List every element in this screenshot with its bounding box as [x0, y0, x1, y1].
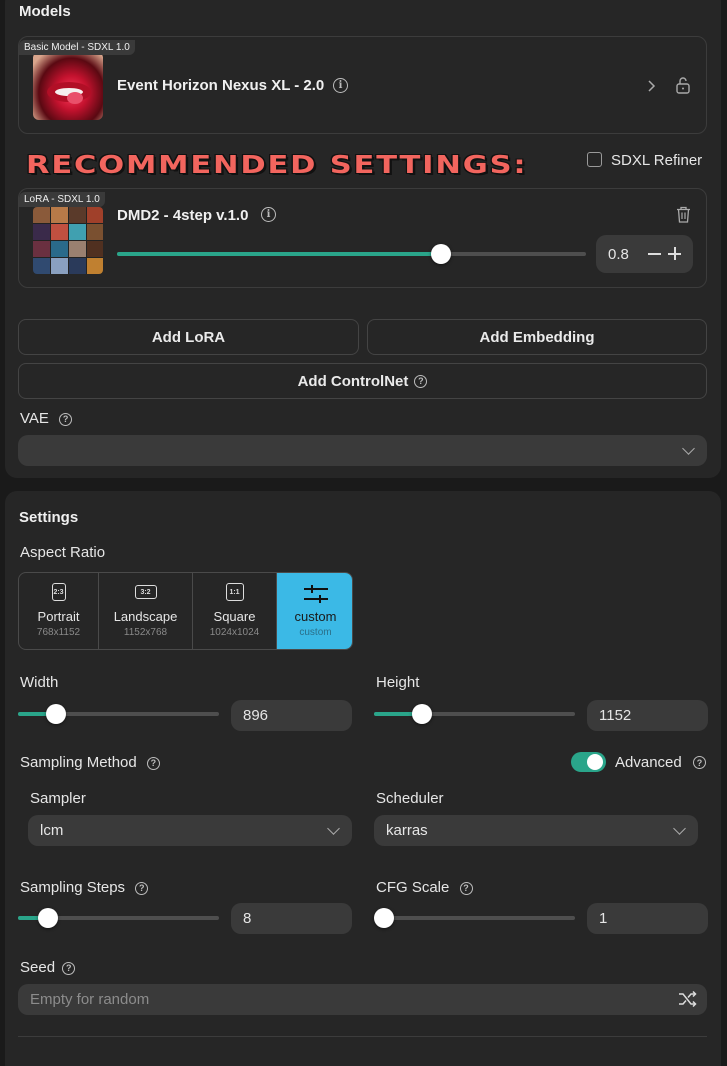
settings-title: Settings [19, 509, 79, 526]
vae-label-text: VAE [20, 410, 49, 427]
sampling-method-label-text: Sampling Method [20, 754, 137, 771]
square-ratio-icon: 1:1 [225, 583, 244, 601]
width-input[interactable]: 896 [231, 700, 352, 731]
cfg-scale-label-text: CFG Scale [376, 879, 450, 896]
aspect-option-dims: 1152x768 [123, 627, 168, 638]
add-controlnet-label: Add ControlNet [297, 372, 409, 390]
chevron-down-icon [682, 442, 695, 455]
aspect-ratio-label: Aspect Ratio [20, 544, 106, 561]
plus-icon[interactable] [668, 247, 681, 260]
cfg-scale-label: CFG Scale ? [376, 879, 473, 896]
sdxl-refiner-label[interactable]: SDXL Refiner [611, 152, 702, 169]
minus-icon[interactable] [648, 253, 661, 255]
scheduler-select[interactable]: karras [374, 815, 698, 846]
help-icon[interactable]: ? [459, 881, 473, 895]
scheduler-label: Scheduler [376, 790, 444, 807]
shuffle-icon[interactable] [678, 990, 697, 1008]
aspect-option-landscape[interactable]: 3:2 Landscape 1152x768 [99, 573, 193, 649]
sampling-steps-slider-knob[interactable] [38, 908, 59, 928]
vae-label: VAE ? [20, 410, 73, 427]
aspect-option-dims: 768x1152 [36, 627, 81, 638]
height-label: Height [376, 674, 420, 691]
base-model-tag: Basic Model - SDXL 1.0 [19, 40, 135, 55]
add-embedding-button[interactable]: Add Embedding [367, 319, 707, 355]
lora-name: DMD2 - 4step v.1.0 [117, 207, 249, 224]
scheduler-value: karras [386, 822, 428, 839]
chevron-right-icon[interactable] [645, 79, 659, 93]
vae-select[interactable] [18, 435, 707, 466]
help-icon[interactable]: ? [59, 412, 73, 426]
lora-tag: LoRA - SDXL 1.0 [19, 192, 105, 207]
unlock-icon[interactable] [675, 76, 691, 94]
divider [18, 1036, 707, 1037]
aspect-option-portrait[interactable]: 2:3 Portrait 768x1152 [19, 573, 99, 649]
sampling-steps-label: Sampling Steps ? [20, 879, 149, 896]
add-controlnet-button[interactable]: Add ControlNet ? [18, 363, 707, 399]
cfg-scale-input[interactable]: 1 [587, 903, 708, 934]
cfg-scale-slider[interactable] [374, 908, 575, 928]
aspect-ratio-group: 2:3 Portrait 768x1152 3:2 Landscape 1152… [18, 572, 353, 650]
models-title: Models [19, 3, 71, 20]
sampling-steps-slider[interactable] [18, 908, 219, 928]
help-icon[interactable]: ? [135, 881, 149, 895]
seed-input[interactable] [18, 984, 707, 1015]
seed-label: Seed ? [20, 959, 76, 976]
help-icon[interactable]: ? [62, 961, 76, 975]
lora-weight-slider[interactable] [117, 244, 586, 264]
aspect-option-name: Square [213, 609, 256, 624]
add-embedding-label: Add Embedding [479, 328, 595, 346]
lora-weight-slider-knob[interactable] [430, 244, 451, 264]
portrait-ratio-icon: 2:3 [51, 583, 66, 601]
chevron-down-icon [327, 822, 340, 835]
sampling-method-label: Sampling Method ? [20, 754, 160, 771]
seed-label-text: Seed [20, 959, 56, 976]
aspect-option-dims: 1024x1024 [209, 627, 260, 638]
height-slider[interactable] [374, 704, 575, 724]
aspect-option-name: custom [294, 609, 337, 624]
help-icon[interactable]: ? [146, 756, 160, 770]
chevron-down-icon [673, 822, 686, 835]
trash-icon[interactable] [676, 206, 691, 223]
advanced-toggle-knob [587, 754, 603, 770]
aspect-option-dims: custom [299, 627, 332, 638]
sampler-value: lcm [40, 822, 64, 839]
add-lora-button[interactable]: Add LoRA [18, 319, 359, 355]
help-icon[interactable]: ? [414, 374, 428, 388]
lora-weight-value[interactable]: 0.8 [608, 246, 629, 263]
advanced-label[interactable]: Advanced [615, 754, 682, 771]
info-icon[interactable]: i [333, 78, 348, 93]
advanced-toggle[interactable] [571, 752, 606, 772]
sampler-select[interactable]: lcm [28, 815, 352, 846]
sampler-label: Sampler [30, 790, 86, 807]
base-model-name: Event Horizon Nexus XL - 2.0 [117, 77, 325, 94]
aspect-option-custom[interactable]: custom custom [277, 573, 352, 649]
base-model-thumbnail [33, 52, 103, 120]
sampling-steps-label-text: Sampling Steps [20, 879, 126, 896]
sdxl-refiner-checkbox[interactable] [587, 152, 602, 167]
sliders-icon [303, 583, 329, 605]
sampling-steps-input[interactable]: 8 [231, 903, 352, 934]
width-slider[interactable] [18, 704, 219, 724]
lora-weight-slider-fill [117, 252, 441, 256]
add-lora-label: Add LoRA [151, 328, 226, 346]
landscape-ratio-icon: 3:2 [134, 585, 157, 599]
lora-weight-stepper[interactable]: 0.8 [596, 235, 693, 273]
height-input[interactable]: 1152 [587, 700, 708, 731]
aspect-option-square[interactable]: 1:1 Square 1024x1024 [193, 573, 277, 649]
width-label: Width [20, 674, 59, 691]
aspect-option-name: Landscape [113, 609, 178, 624]
recommended-settings-banner: RECOMMENDED SETTINGS: [26, 150, 528, 179]
aspect-option-name: Portrait [37, 609, 80, 624]
lora-thumbnail [33, 207, 103, 274]
cfg-scale-slider-knob[interactable] [374, 908, 394, 928]
info-icon[interactable]: i [261, 207, 276, 222]
help-icon[interactable]: ? [693, 756, 706, 769]
